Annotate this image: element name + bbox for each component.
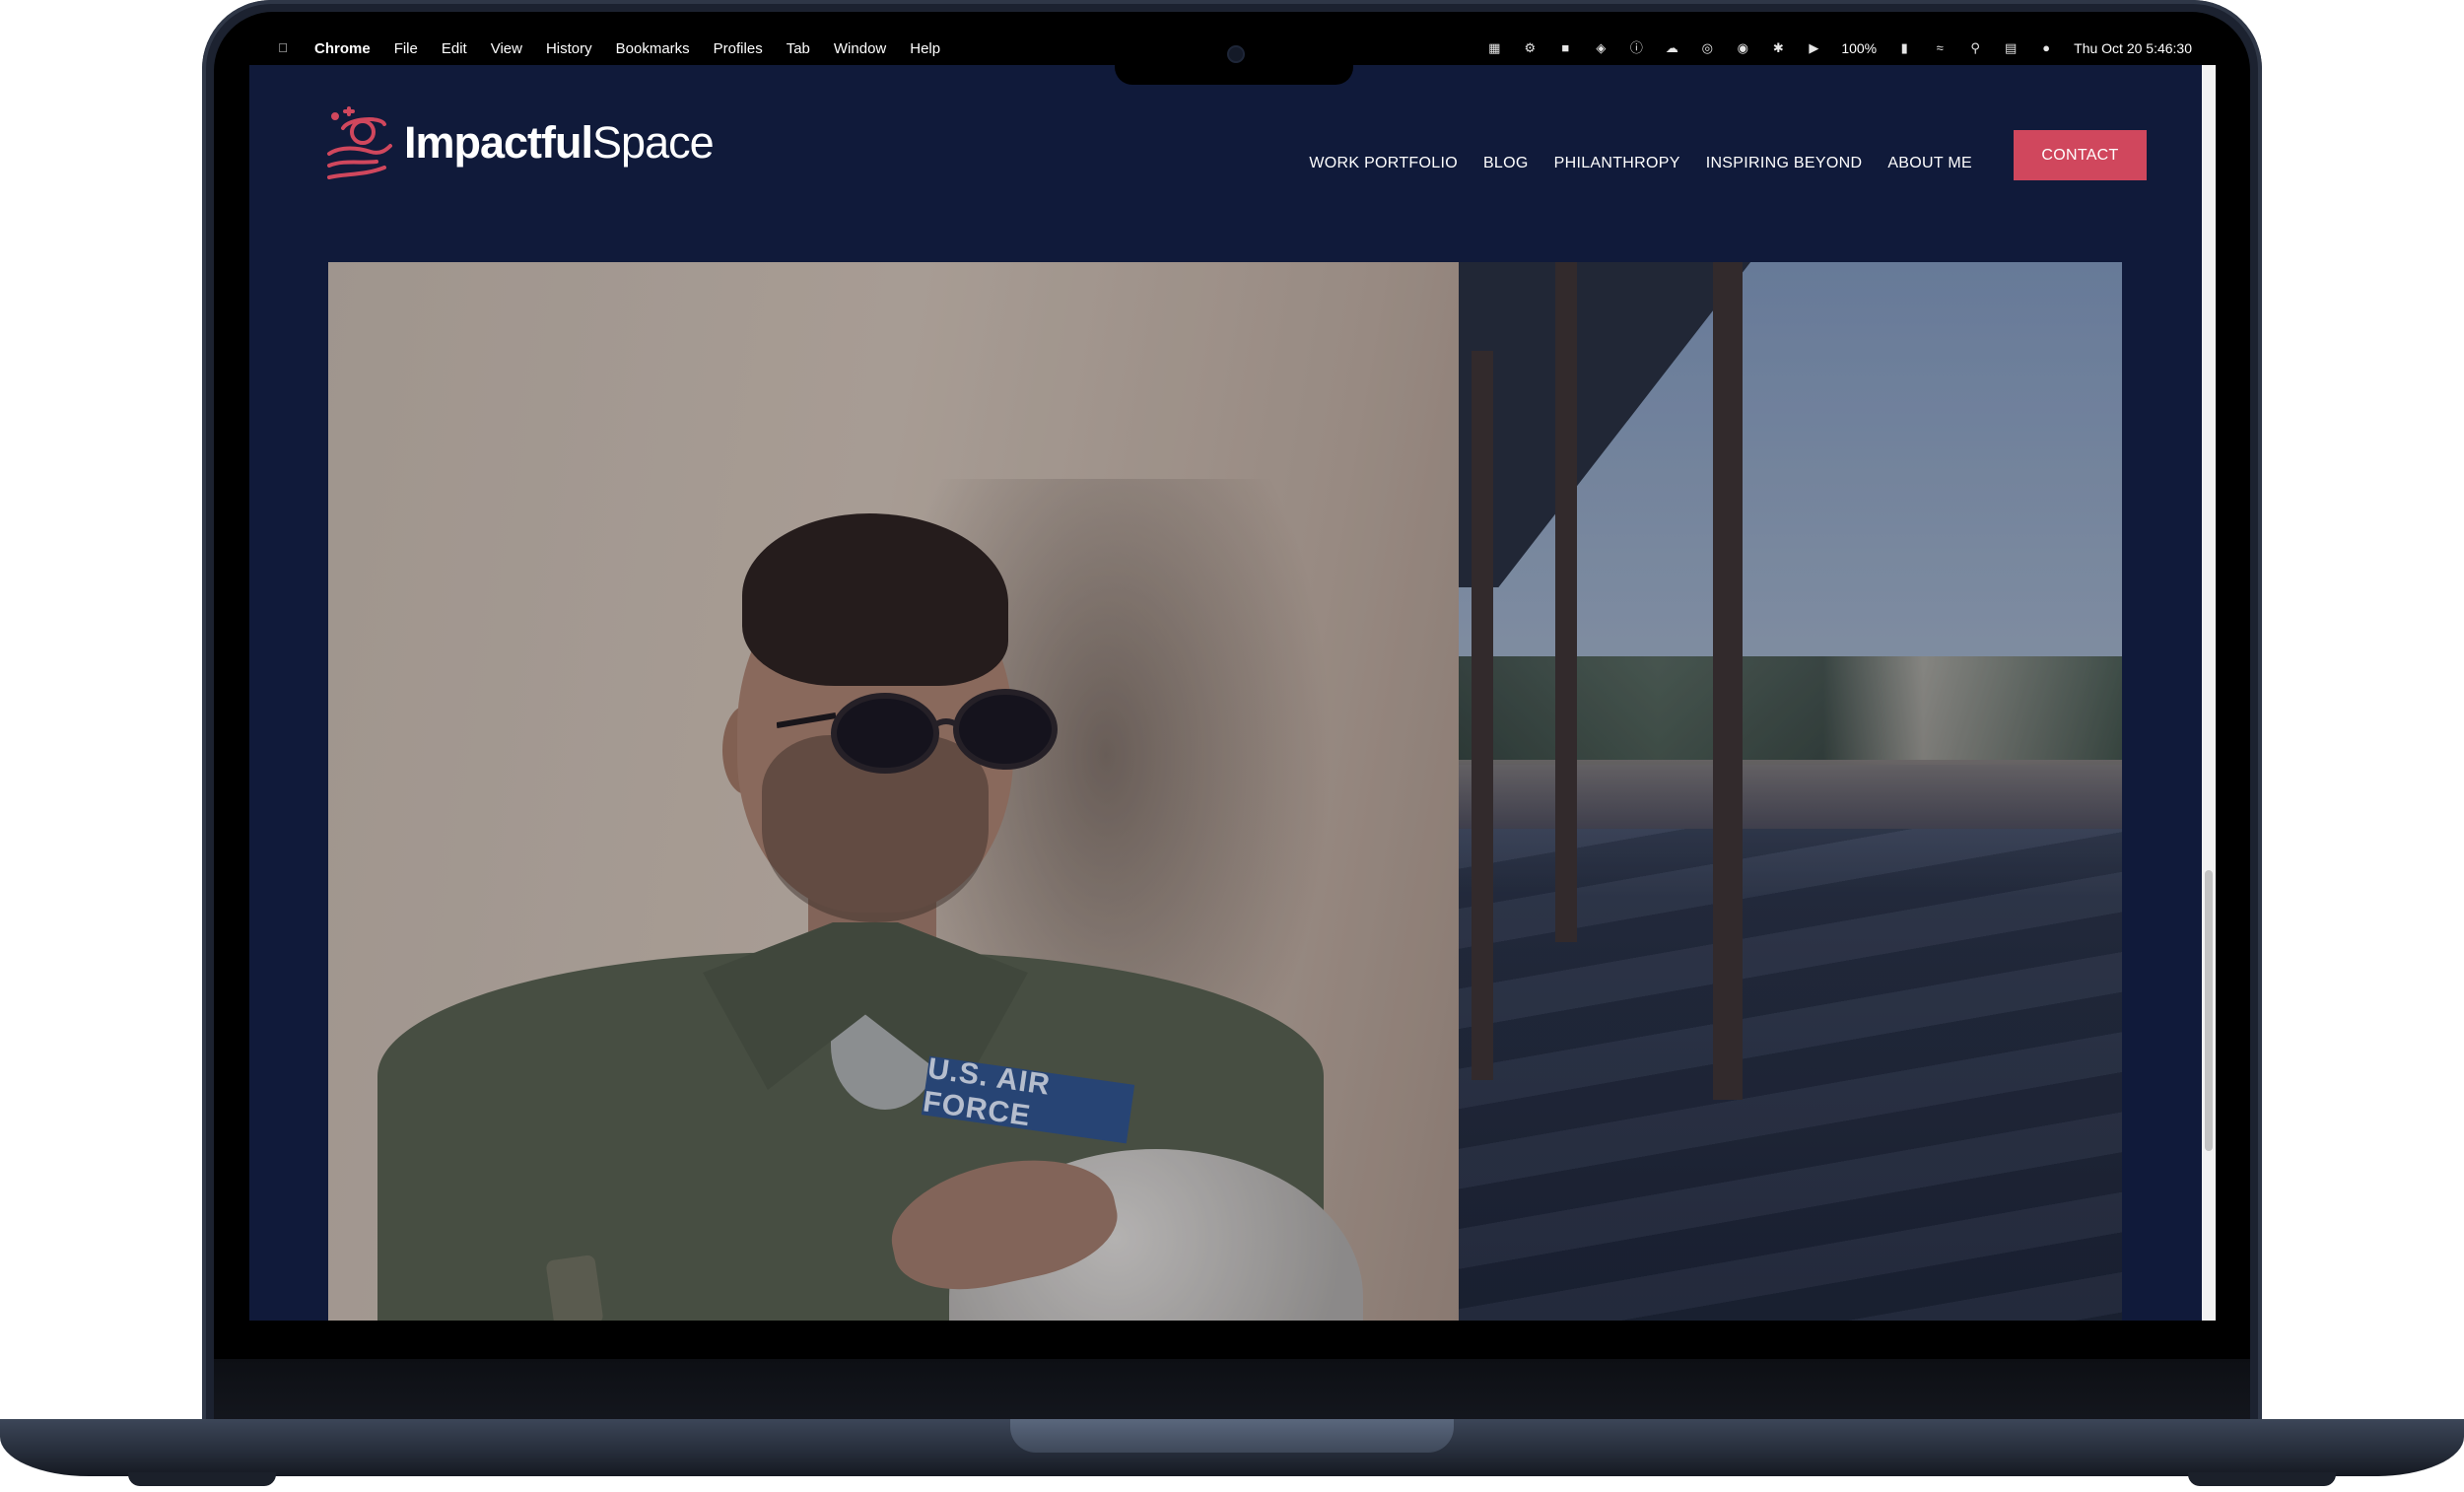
menubar-clock[interactable]: Thu Oct 20 5:46:30	[2074, 40, 2192, 56]
wifi-icon[interactable]: ≈	[1932, 40, 1948, 56]
contact-button[interactable]: CONTACT	[2014, 130, 2147, 180]
menu-view[interactable]: View	[491, 40, 522, 57]
hand-planet-logo-icon	[327, 106, 392, 179]
battery-icon[interactable]: ▮	[1896, 40, 1912, 56]
laptop-foot-left	[128, 1472, 276, 1486]
layers-icon[interactable]: ◈	[1593, 40, 1608, 56]
siri-icon[interactable]: ●	[2038, 40, 2054, 56]
photo-dim-overlay	[328, 262, 2122, 1321]
airdrop-icon[interactable]: ◎	[1699, 40, 1715, 56]
sync-status-icon[interactable]: ⚙	[1522, 40, 1538, 56]
site-logo[interactable]: ImpactfulSpace	[325, 102, 715, 183]
bezel-chin	[214, 1359, 2250, 1424]
hero-photo: U.S. AIR FORCE	[328, 262, 2122, 1321]
nav-blog[interactable]: BLOG	[1483, 155, 1529, 172]
battery-percent: 100%	[1841, 40, 1878, 56]
nav-inspiring-beyond[interactable]: INSPIRING BEYOND	[1706, 155, 1863, 172]
menu-edit[interactable]: Edit	[442, 40, 467, 57]
camera-icon	[1227, 45, 1245, 63]
apple-icon[interactable]: 	[275, 40, 291, 56]
scrollbar-thumb[interactable]	[2205, 870, 2213, 1151]
menu-tab[interactable]: Tab	[787, 40, 810, 57]
menu-file[interactable]: File	[394, 40, 418, 57]
bluetooth-icon[interactable]: ✱	[1770, 40, 1786, 56]
menu-profiles[interactable]: Profiles	[714, 40, 763, 57]
extension-icon[interactable]: ▦	[1486, 40, 1502, 56]
control-center-icon[interactable]: ▤	[2003, 40, 2019, 56]
menu-history[interactable]: History	[546, 40, 592, 57]
spotlight-search-icon[interactable]: ⚲	[1967, 40, 1983, 56]
menu-bookmarks[interactable]: Bookmarks	[616, 40, 690, 57]
main-nav: WORK PORTFOLIO BLOG PHILANTHROPY INSPIRI…	[1283, 130, 2147, 180]
website: ImpactfulSpace WORK PORTFOLIO BLOG PHILA…	[249, 65, 2216, 1321]
lid-opening-notch	[1010, 1419, 1454, 1453]
menu-app-name[interactable]: Chrome	[314, 40, 371, 57]
page-scrollbar[interactable]	[2202, 65, 2216, 1321]
nav-philanthropy[interactable]: PHILANTHROPY	[1554, 155, 1680, 172]
info-icon[interactable]: ⓘ	[1628, 40, 1644, 56]
weather-icon[interactable]: ☁	[1664, 40, 1679, 56]
user-icon[interactable]: ◉	[1735, 40, 1750, 56]
logo-word-light: Space	[592, 117, 715, 168]
nav-about-me[interactable]: ABOUT ME	[1887, 155, 1972, 172]
menu-window[interactable]: Window	[834, 40, 886, 57]
folder-icon[interactable]: ■	[1557, 40, 1573, 56]
laptop-foot-right	[2188, 1472, 2336, 1486]
logo-wordmark: ImpactfulSpace	[404, 117, 715, 169]
play-icon[interactable]: ▶	[1806, 40, 1821, 56]
nav-work-portfolio[interactable]: WORK PORTFOLIO	[1309, 155, 1458, 172]
screen:  Chrome File Edit View History Bookmark…	[249, 32, 2216, 1321]
menu-help[interactable]: Help	[910, 40, 940, 57]
site-header: ImpactfulSpace WORK PORTFOLIO BLOG PHILA…	[249, 65, 2216, 229]
logo-word-bold: Impactful	[404, 117, 593, 168]
